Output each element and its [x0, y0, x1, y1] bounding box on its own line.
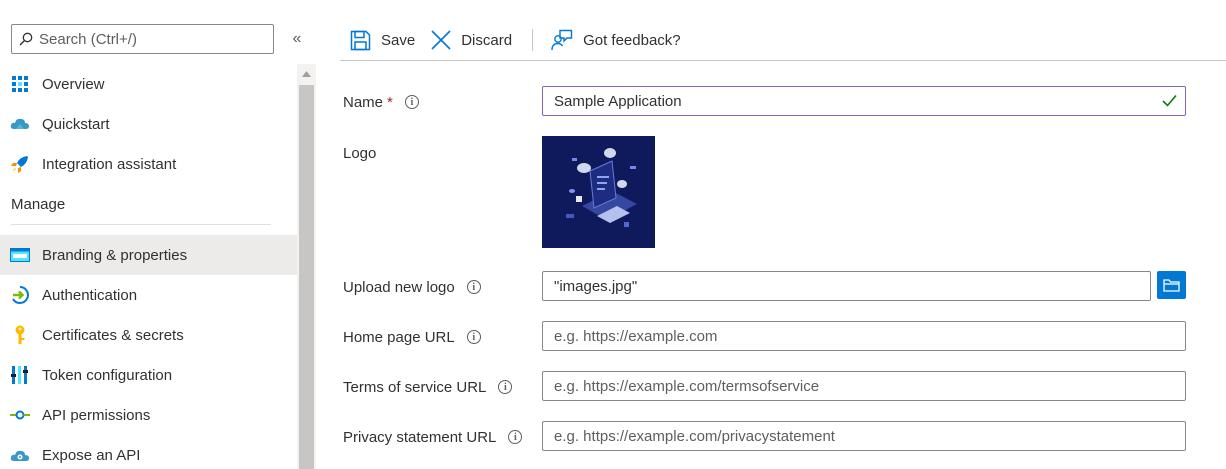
name-label-row: Name * i: [343, 87, 419, 117]
sidebar-scrollbar[interactable]: [297, 64, 316, 469]
toolbar-divider-line: [340, 60, 1226, 61]
sidebar-item-branding-properties[interactable]: Branding & properties: [0, 235, 297, 275]
overview-grid-icon: [10, 74, 30, 94]
homepage-url-label: Home page URL: [343, 328, 455, 346]
sidebar-item-token-configuration[interactable]: Token configuration: [0, 355, 297, 395]
sidebar-item-label: Branding & properties: [42, 246, 188, 264]
required-asterisk: *: [387, 93, 393, 111]
privacy-url-field[interactable]: [542, 421, 1186, 451]
name-input[interactable]: [554, 92, 1144, 110]
sidebar-item-label: Authentication: [42, 286, 138, 304]
sidebar-item-label: Quickstart: [42, 115, 110, 133]
toolbar-divider: [532, 29, 534, 51]
terms-url-field[interactable]: [542, 371, 1186, 401]
privacy-url-input[interactable]: [554, 427, 1144, 445]
terms-label-row: Terms of service URL i: [343, 372, 513, 402]
terms-url-input[interactable]: [554, 377, 1144, 395]
logo-label: Logo: [343, 144, 377, 162]
sidebar-item-quickstart[interactable]: Quickstart: [0, 104, 297, 144]
name-label: Name: [343, 93, 384, 111]
sidebar-item-label: Certificates & secrets: [42, 326, 184, 344]
sidebar-item-overview[interactable]: Overview: [0, 64, 297, 104]
sidebar-item-label: Token configuration: [42, 366, 173, 384]
feedback-button[interactable]: Got feedback?: [551, 22, 681, 58]
search-input[interactable]: [39, 30, 259, 48]
branding-icon: [10, 245, 30, 265]
privacy-label-row: Privacy statement URL i: [343, 422, 523, 452]
feedback-person-icon: [551, 29, 573, 51]
info-icon[interactable]: i: [508, 430, 523, 444]
discard-button[interactable]: Discard: [431, 22, 512, 58]
sidebar: « Overview Quickstart: [0, 0, 316, 469]
logo-label-row: Logo: [343, 138, 376, 168]
section-divider: [11, 224, 271, 225]
feedback-label: Got feedback?: [583, 31, 681, 49]
collapse-sidebar-button[interactable]: «: [287, 28, 307, 50]
homepage-url-field[interactable]: [542, 321, 1186, 351]
info-icon[interactable]: i: [498, 380, 513, 394]
homepage-label-row: Home page URL i: [343, 322, 481, 352]
command-bar: Save Discard Got feedback?: [340, 22, 697, 58]
info-icon[interactable]: i: [466, 280, 481, 294]
upload-logo-input[interactable]: [554, 277, 1144, 295]
upload-logo-label: Upload new logo: [343, 278, 455, 296]
sidebar-item-expose-an-api[interactable]: Expose an API: [0, 435, 297, 469]
folder-icon: [1163, 279, 1180, 292]
sidebar-item-certificates-secrets[interactable]: Certificates & secrets: [0, 315, 297, 355]
sidebar-item-api-permissions[interactable]: API permissions: [0, 395, 297, 435]
browse-file-button[interactable]: [1157, 271, 1186, 299]
cloud-gear-icon: [10, 445, 30, 465]
name-field[interactable]: [542, 86, 1186, 116]
scrollbar-thumb[interactable]: [299, 85, 314, 469]
discard-label: Discard: [461, 31, 513, 49]
checkmark-icon: [1162, 94, 1177, 107]
sidebar-item-authentication[interactable]: Authentication: [0, 275, 297, 315]
rocket-icon: [10, 154, 30, 174]
save-icon: [350, 30, 371, 50]
info-icon[interactable]: i: [466, 330, 481, 344]
save-button[interactable]: Save: [350, 22, 415, 58]
search-box[interactable]: [11, 24, 274, 54]
terms-url-label: Terms of service URL: [343, 378, 487, 396]
authentication-icon: [10, 285, 30, 305]
upload-logo-field[interactable]: [542, 271, 1151, 301]
sidebar-nav: Overview Quickstart Integration assistan…: [0, 64, 297, 469]
cloud-icon: [10, 114, 30, 134]
token-bars-icon: [10, 365, 30, 385]
scroll-up-arrow-icon[interactable]: [297, 64, 316, 84]
sidebar-item-label: Expose an API: [42, 446, 141, 464]
sidebar-item-integration-assistant[interactable]: Integration assistant: [0, 144, 297, 184]
app-logo-image: [542, 136, 655, 248]
save-label: Save: [381, 31, 416, 49]
sidebar-item-label: Integration assistant: [42, 155, 177, 173]
section-title-manage: Manage: [11, 195, 66, 213]
info-icon[interactable]: i: [404, 95, 419, 109]
key-icon: [10, 325, 30, 345]
homepage-url-input[interactable]: [554, 327, 1144, 345]
sidebar-item-label: Overview: [42, 75, 105, 93]
search-icon: [19, 32, 33, 46]
close-icon: [431, 30, 451, 50]
privacy-url-label: Privacy statement URL: [343, 428, 497, 446]
upload-label-row: Upload new logo i: [343, 272, 481, 302]
api-permissions-icon: [10, 405, 30, 425]
sidebar-item-label: API permissions: [42, 406, 151, 424]
